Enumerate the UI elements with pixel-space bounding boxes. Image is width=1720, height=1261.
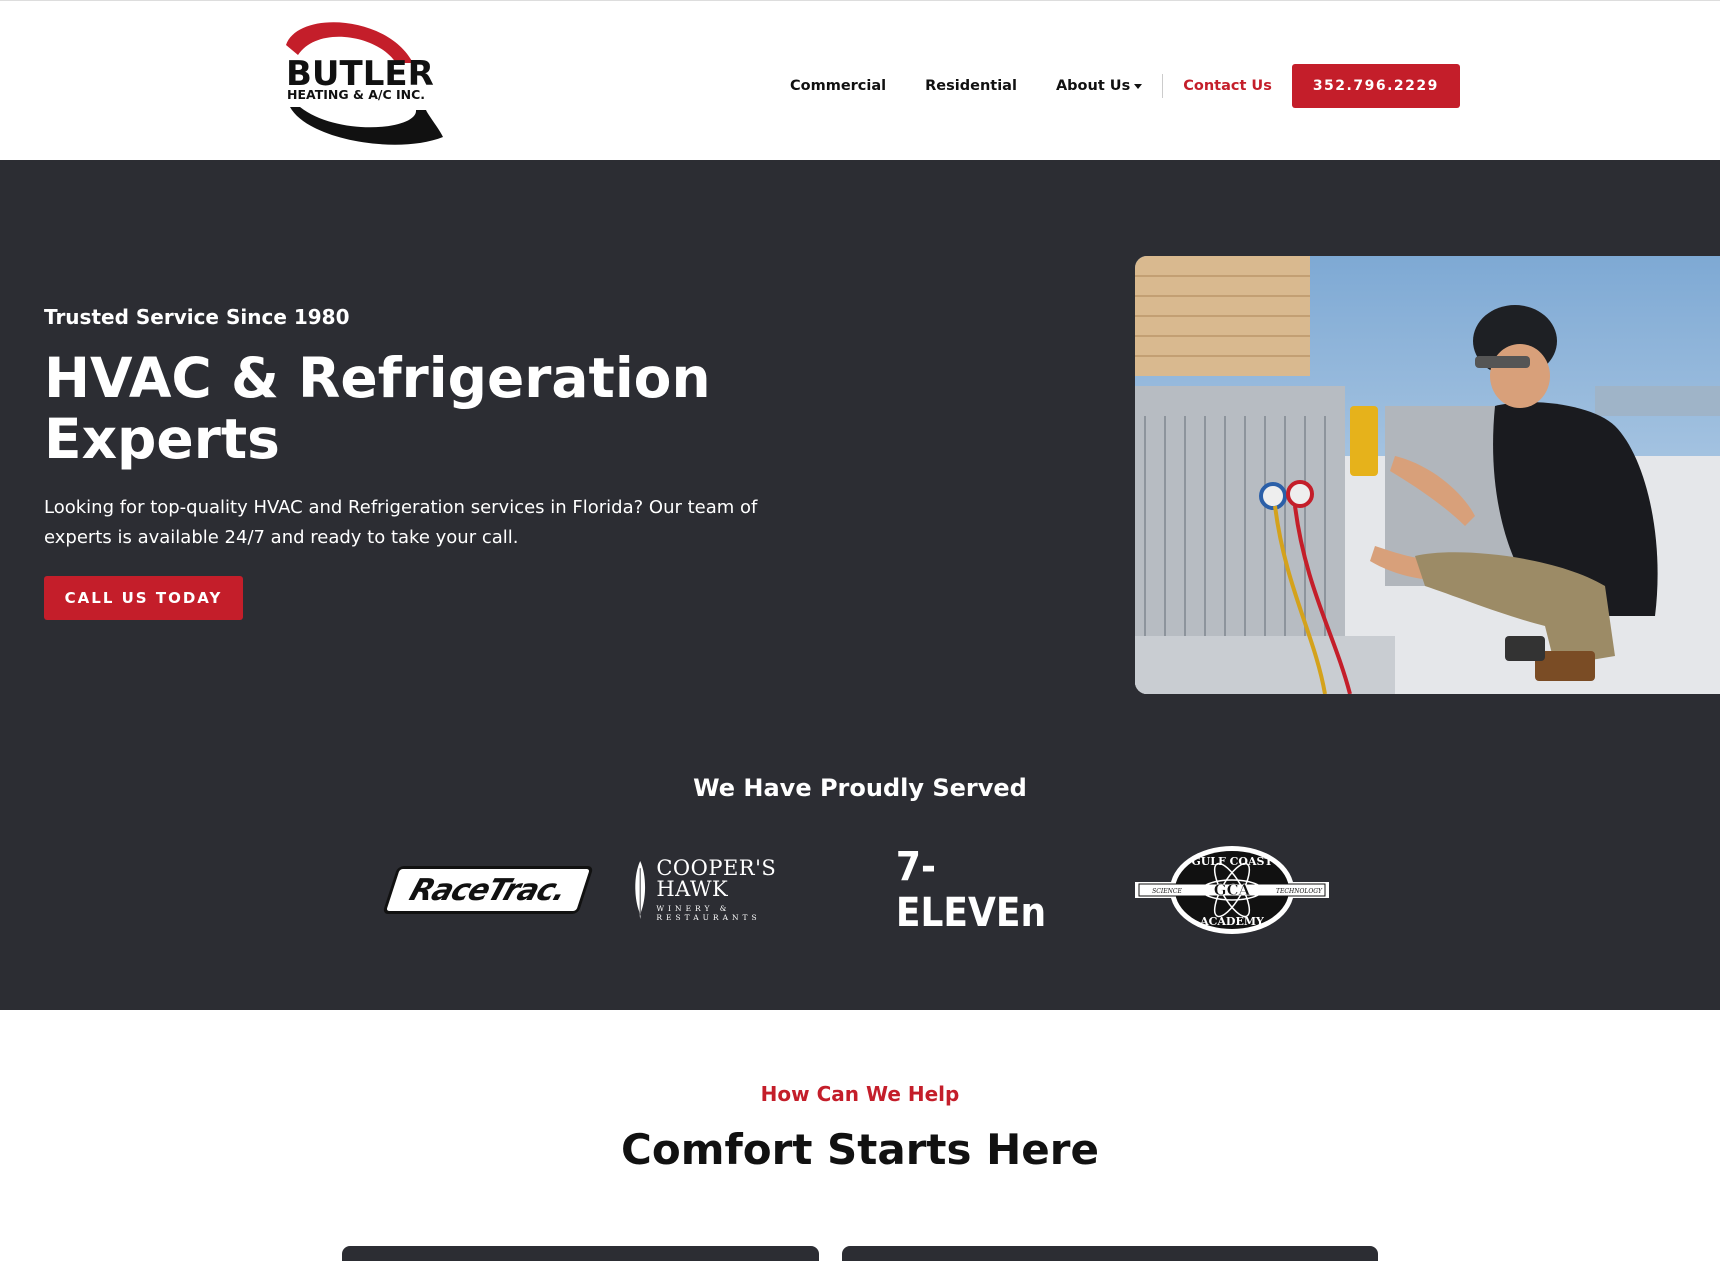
gca-center-text: GCA (1214, 881, 1251, 899)
coopers-hawk-sub: WINERY & RESTAURANTS (656, 904, 761, 922)
help-eyebrow: How Can We Help (760, 1082, 960, 1106)
racetrac-logo: RaceTrac. (382, 840, 594, 940)
nav-residential[interactable]: Residential (925, 78, 1017, 94)
hero-section: Trusted Service Since 1980 HVAC & Refrig… (0, 160, 1720, 1010)
help-title: Comfort Starts Here (621, 1125, 1099, 1174)
nav-commercial[interactable]: Commercial (790, 78, 886, 94)
technician-photo (1135, 256, 1720, 694)
site-header: BUTLER HEATING & A/C INC. Commercial Res… (0, 0, 1720, 160)
nav-about-dropdown[interactable]: About Us (1055, 78, 1143, 94)
hero-title: HVAC & Refrigeration Experts (44, 346, 711, 471)
logo-tagline: HEATING & A/C INC. (287, 87, 426, 102)
nav-divider (1162, 74, 1164, 98)
service-card-commercial[interactable] (342, 1246, 819, 1261)
feather-icon (635, 860, 646, 920)
client-logos: RaceTrac. COOPER'S HAWK WINERY & RESTAUR… (0, 840, 1720, 940)
coopers-hawk-logo: COOPER'S HAWK WINERY & RESTAURANTS (632, 840, 837, 940)
phone-button[interactable]: 352.796.2229 (1291, 64, 1460, 108)
gca-bottom-text: ACADEMY (1199, 915, 1264, 928)
racetrac-logo-text: RaceTrac. (405, 872, 571, 908)
gca-emblem: GCA GULF COAST ACADEMY SCIENCE TECHNOLOG… (1135, 845, 1329, 935)
logo-name: BUTLER (286, 54, 434, 94)
gca-top-text: GULF COAST (1191, 855, 1273, 868)
butler-logo[interactable]: BUTLER HEATING & A/C INC. (278, 15, 444, 145)
nav-contact[interactable]: Contact Us (1183, 78, 1272, 94)
served-title: We Have Proudly Served (693, 774, 1027, 802)
coopers-hawk-name: COOPER'S HAWK (656, 856, 777, 901)
service-card-residential[interactable] (842, 1246, 1378, 1261)
gca-right-text: TECHNOLOGY (1276, 888, 1323, 895)
hero-eyebrow: Trusted Service Since 1980 (44, 305, 350, 329)
seven-eleven-logo: 7-ELEVEn (886, 840, 1084, 940)
main-nav: Commercial Residential About Us Contact … (790, 64, 1460, 108)
gulf-coast-academy-logo: GCA GULF COAST ACADEMY SCIENCE TECHNOLOG… (1135, 840, 1329, 940)
seven-eleven-text: 7-ELEVEn (895, 844, 1047, 936)
gca-left-text: SCIENCE (1152, 888, 1182, 895)
coopers-hawk-wrap: COOPER'S HAWK WINERY & RESTAURANTS (632, 858, 837, 922)
racetrac-badge: RaceTrac. (382, 866, 594, 914)
chevron-down-icon (1134, 83, 1143, 89)
coopers-hawk-text: COOPER'S HAWK WINERY & RESTAURANTS (656, 856, 837, 923)
nav-about-label: About Us (1055, 78, 1131, 94)
hero-description: Looking for top-quality HVAC and Refrige… (44, 497, 758, 548)
call-us-today-button[interactable]: CALL US TODAY (44, 576, 243, 620)
